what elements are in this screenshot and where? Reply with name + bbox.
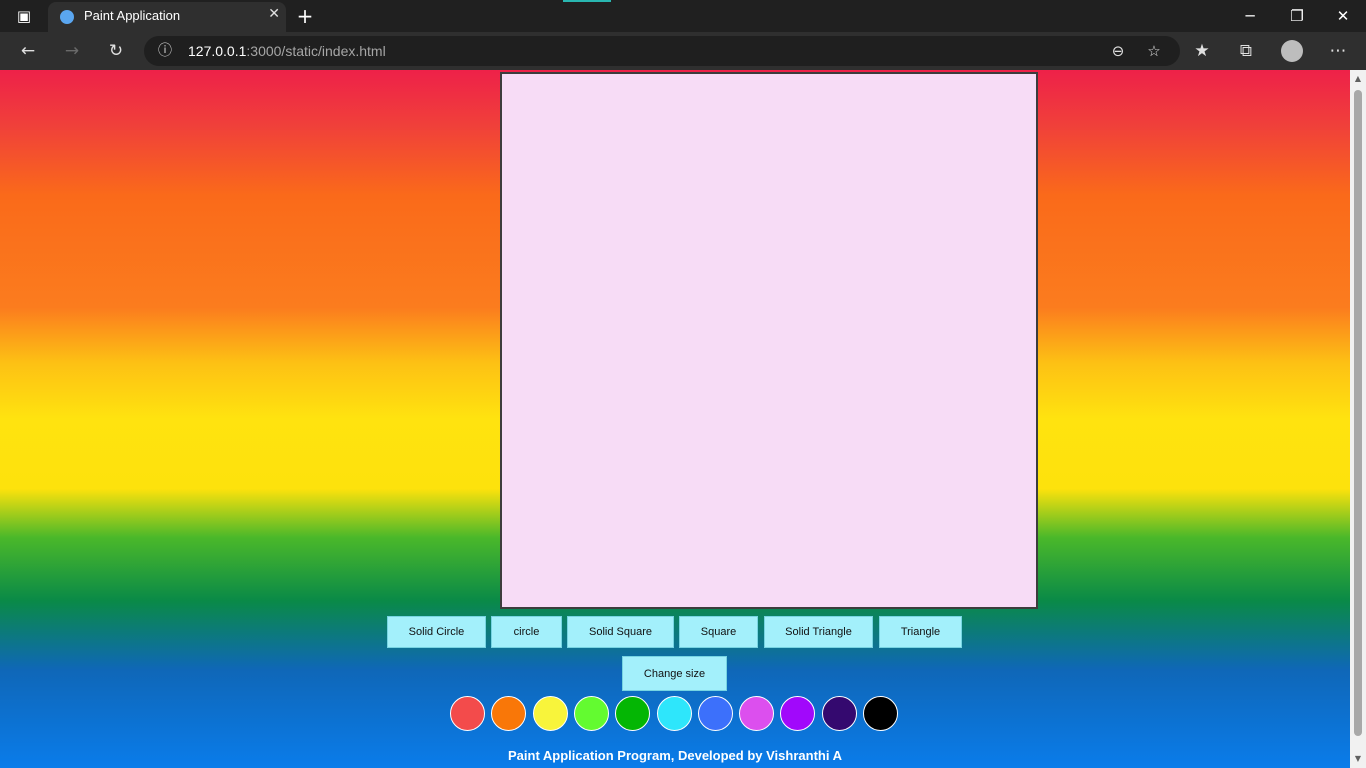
title-bar: ▣ Paint Application ✕ + ─ ❐ ✕ — [0, 0, 1366, 32]
color-swatch[interactable] — [739, 696, 775, 731]
restore-icon[interactable]: ❐ — [1285, 0, 1309, 32]
circle-button[interactable]: circle — [491, 616, 562, 648]
active-tab[interactable]: Paint Application ✕ — [48, 2, 286, 32]
profile-avatar[interactable] — [1281, 40, 1303, 62]
url-text: 127.0.0.1:3000/static/index.html — [188, 43, 386, 59]
change-size-button[interactable]: Change size — [622, 656, 727, 691]
color-swatch[interactable] — [491, 696, 527, 731]
tab-actions-icon[interactable]: ▣ — [12, 0, 36, 32]
close-window-icon[interactable]: ✕ — [1331, 0, 1355, 32]
drawing-canvas[interactable] — [500, 72, 1038, 609]
back-icon[interactable]: ← — [15, 38, 41, 64]
scroll-down-icon[interactable]: ▼ — [1353, 754, 1363, 764]
square-button[interactable]: Square — [679, 616, 758, 648]
more-menu-icon[interactable]: ⋯ — [1325, 38, 1351, 64]
address-bar[interactable]: ⓘ 127.0.0.1:3000/static/index.html ⊖ ☆ — [144, 36, 1180, 66]
favorites-icon[interactable]: ★ — [1189, 38, 1215, 64]
site-info-icon[interactable]: ⓘ — [156, 41, 174, 59]
forward-icon[interactable]: → — [59, 38, 85, 64]
minimize-icon[interactable]: ─ — [1238, 0, 1262, 32]
color-swatch[interactable] — [821, 696, 857, 731]
solid-triangle-button[interactable]: Solid Triangle — [764, 616, 873, 648]
tab-accent-bar — [563, 0, 611, 2]
url-host: 127.0.0.1 — [188, 43, 247, 59]
url-path: :3000/static/index.html — [246, 43, 386, 59]
color-swatch[interactable] — [697, 696, 733, 731]
page-scrollbar[interactable]: ▲ ▼ — [1350, 70, 1366, 768]
site-favicon-icon — [60, 10, 74, 24]
tab-title: Paint Application — [84, 8, 181, 23]
color-swatch[interactable] — [532, 696, 568, 731]
scrollbar-thumb[interactable] — [1354, 90, 1362, 736]
browser-toolbar: ← → ↻ ⓘ 127.0.0.1:3000/static/index.html… — [0, 32, 1366, 70]
color-swatch[interactable] — [780, 696, 816, 731]
zoom-out-icon[interactable]: ⊖ — [1105, 38, 1131, 64]
triangle-button[interactable]: Triangle — [879, 616, 962, 648]
add-favorite-icon[interactable]: ☆ — [1141, 38, 1167, 64]
solid-circle-button[interactable]: Solid Circle — [387, 616, 486, 648]
refresh-icon[interactable]: ↻ — [103, 38, 129, 64]
color-swatch[interactable] — [863, 696, 898, 731]
close-tab-icon[interactable]: ✕ — [268, 6, 280, 22]
color-swatch[interactable] — [615, 696, 651, 731]
color-swatch[interactable] — [450, 696, 485, 731]
new-tab-icon[interactable]: + — [293, 0, 317, 32]
page-background: Solid Circle circle Solid Square Square … — [0, 70, 1350, 768]
collections-icon[interactable]: ⧉ — [1233, 38, 1259, 64]
footer-credit: Paint Application Program, Developed by … — [508, 748, 842, 763]
color-swatch[interactable] — [573, 696, 609, 731]
color-swatch[interactable] — [656, 696, 692, 731]
solid-square-button[interactable]: Solid Square — [567, 616, 674, 648]
scroll-up-icon[interactable]: ▲ — [1353, 74, 1363, 84]
